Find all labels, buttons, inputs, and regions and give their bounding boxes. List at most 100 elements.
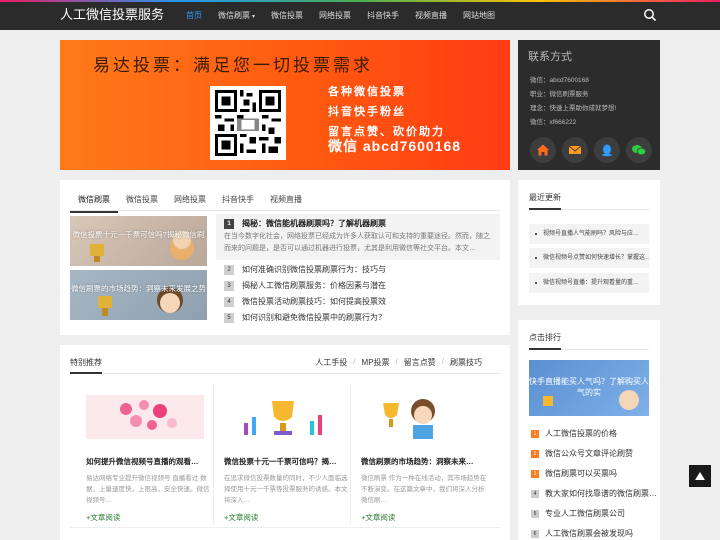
hot-item[interactable]: 2 微信公众号文章评论刷赞 <box>531 448 633 459</box>
read-more-link[interactable]: +文章阅读 <box>361 512 489 523</box>
contact-icons <box>530 137 652 163</box>
news-thumb[interactable]: 微信刷票的市场趋势：洞察未来发展之势 <box>70 270 207 320</box>
hot-item-title: 微信公众号文章评论刷赞 <box>545 449 633 458</box>
rank-number: 2 <box>531 449 539 458</box>
featured-news-title-text: 揭秘：微信能机器刷票吗？了解机器刷票 <box>242 219 386 228</box>
cartoon-boy-illustration-icon <box>98 287 183 316</box>
site-title[interactable]: 人工微信投票服务 <box>60 6 164 24</box>
card-divider <box>213 385 214 525</box>
nav-item-live-video[interactable]: 视频直播 <box>407 2 455 30</box>
back-to-top-button[interactable] <box>689 465 711 487</box>
banner-contact: 微信 abcd7600168 <box>328 138 462 154</box>
rank-number: 2 <box>224 264 234 275</box>
main-nav: 首页 微信刷票 ▾ 微信投票 网络投票 抖音快手 视频直播 网站地图 <box>178 2 503 30</box>
hot-title: 点击排行 <box>529 333 561 342</box>
hot-banner-caption: 快手直播能买人气吗？了解购买人气的实 <box>529 377 649 397</box>
recommend-card-title: 如何提升微信视频号直播的观看… <box>86 457 199 466</box>
hot-item[interactable]: 6 人工微信刷票会被发现吗 <box>531 528 633 539</box>
recommend-link[interactable]: MP投票 <box>362 357 390 368</box>
recommend-card-summary: 易达网络专业提升微信视频号 直播看过 数据，上量速度快，上限高，安全快速。微信视… <box>86 475 210 504</box>
cartoon-boy-illustration-icon <box>361 395 479 439</box>
latest-title: 最近更新 <box>529 193 561 202</box>
news-item[interactable]: 5 如何识别和避免微信投票中的刷票行为？ <box>224 312 386 323</box>
rank-number: 1 <box>224 218 234 229</box>
news-item-title: 微信投票活动刷票技巧：如何提高投票效 <box>242 297 386 306</box>
nav-item-sitemap[interactable]: 网站地图 <box>455 2 503 30</box>
contact-wechat-2: 微信：xf666222 <box>530 119 577 126</box>
rank-number: 5 <box>531 509 539 518</box>
news-item-title: 如何识别和避免微信投票中的刷票行为？ <box>242 313 386 322</box>
recommend-card-title: 微信投票十元一千票可信吗？揭… <box>224 457 337 466</box>
hot-title-underline <box>529 348 561 350</box>
recommend-panel: 特别推荐 人工手投 / MP投票 / 留言点赞 / 刷票技巧 如何提升微信视频号直播的… <box>60 345 510 540</box>
nav-item-wechat-poll[interactable]: 微信投票 <box>263 2 311 30</box>
rank-number: 6 <box>531 529 539 538</box>
hot-item[interactable]: 1 人工微信投票的价格 <box>531 428 617 439</box>
latest-item[interactable]: 视频号直播人气能刷吗？风险与应… <box>529 224 649 244</box>
nav-item-wechat-voting-dropdown[interactable]: 微信刷票 ▾ <box>210 2 263 30</box>
hearts-illustration-icon <box>86 395 204 439</box>
hot-item-title: 微信刷票可以买票吗 <box>545 469 617 478</box>
news-panel: 微信刷票 微信投票 网络投票 抖音快手 视频直播 微信投票十元一千票可信吗?揭秘… <box>60 180 510 335</box>
trophy-illustration-icon <box>224 395 342 439</box>
recommend-links: 人工手投 / MP投票 / 留言点赞 / 刷票技巧 <box>315 357 482 368</box>
banner-line: 抖音快手粉丝 <box>328 105 406 118</box>
contact-motto: 理念：快速上票助你成就梦想! <box>530 105 617 112</box>
arrow-up-icon <box>695 472 705 480</box>
recommend-link[interactable]: 刷票技巧 <box>450 357 482 368</box>
read-more-link[interactable]: +文章阅读 <box>86 512 214 523</box>
rank-number: 4 <box>531 489 539 498</box>
hot-item[interactable]: 3 微信刷票可以买票吗 <box>531 468 617 479</box>
wechat-icon[interactable] <box>626 137 652 163</box>
banner-service-list: 各种微信投票 抖音快手粉丝 留言点赞、砍价助力 <box>328 82 445 142</box>
news-item-title: 如何准确识别微信投票刷票行为：技巧与 <box>242 265 386 274</box>
featured-news-summary: 在当今数字化社会，网络投票已经成为许多人获取认可和支持的重要途径。然而，随之而来… <box>224 233 490 252</box>
latest-item[interactable]: 微信视频号点赞如何快速增长？掌握这… <box>529 248 649 268</box>
recommend-card[interactable]: 如何提升微信视频号直播的观看… 易达网络专业提升微信视频号 直播看过 数据，上量… <box>86 395 214 523</box>
nav-item-douyin-kuaishou[interactable]: 抖音快手 <box>359 2 407 30</box>
nav-item-online-poll[interactable]: 网络投票 <box>311 2 359 30</box>
hot-item-title: 教大家如何找靠谱的微信刷票… <box>545 489 657 498</box>
search-icon[interactable] <box>643 8 657 22</box>
contact-title: 联系方式 <box>528 51 572 63</box>
recommend-link[interactable]: 人工手投 <box>315 357 347 368</box>
recommend-card[interactable]: 微信投票十元一千票可信吗？揭… 在追求微信投票数量的同时，不少人面临选择使用十元… <box>224 395 352 523</box>
hot-item-title: 人工微信刷票会被发现吗 <box>545 529 633 538</box>
recommend-card-summary: 在追求微信投票数量的同时，不少人面临选择使用十元一千票等投票服务的诱惑。本文将深… <box>224 475 348 504</box>
nav-item-home[interactable]: 首页 <box>178 2 210 30</box>
hot-item[interactable]: 5 专业人工微信刷票公司 <box>531 508 625 519</box>
home-icon[interactable] <box>530 137 556 163</box>
latest-title-underline <box>529 208 561 210</box>
recommend-divider <box>70 373 500 374</box>
hot-item-title: 专业人工微信刷票公司 <box>545 509 625 518</box>
qr-code-icon <box>210 86 286 160</box>
recommend-link[interactable]: 留言点赞 <box>404 357 436 368</box>
nav-item-label: 微信刷票 <box>218 11 250 20</box>
contact-wechat: 微信：abcd7600168 <box>530 77 589 84</box>
featured-news[interactable]: 1 揭秘：微信能机器刷票吗？了解机器刷票 在当今数字化社会，网络投票已经成为许多人… <box>216 214 500 260</box>
latest-panel: 最近更新 视频号直播人气能刷吗？风险与应… 微信视频号点赞如何快速增长？掌握这…… <box>518 180 660 305</box>
news-item[interactable]: 2 如何准确识别微信投票刷票行为：技巧与 <box>224 264 386 275</box>
news-item[interactable]: 3 揭秘人工微信刷票服务：价格因素与潜在 <box>224 280 386 291</box>
news-thumb[interactable]: 微信投票十元一千票可信吗?揭秘微信刷 <box>70 216 207 266</box>
trophy-illustration-icon <box>90 231 194 262</box>
recommend-card[interactable]: 微信刷票的市场趋势：洞察未来… 微信刷票 作为一种在线活动，其市场趋势在不断演变… <box>361 395 489 523</box>
hot-item[interactable]: 4 教大家如何找靠谱的微信刷票… <box>531 488 657 499</box>
mail-icon[interactable] <box>562 137 588 163</box>
rank-number: 1 <box>531 429 539 438</box>
qq-icon[interactable] <box>594 137 620 163</box>
promo-banner[interactable]: 易达投票：满足您一切投票需求 各种微信投票 抖音快手粉丝 留言点赞、砍价助力 微… <box>60 40 510 170</box>
recommend-title: 特别推荐 <box>70 358 102 367</box>
rank-number: 3 <box>224 280 234 291</box>
rank-number: 3 <box>531 469 539 478</box>
featured-news-title: 1 揭秘：微信能机器刷票吗？了解机器刷票 <box>224 218 492 229</box>
latest-item[interactable]: 微信视频号直播：提升观看量的重… <box>529 273 649 293</box>
hot-banner[interactable]: 快手直播能买人气吗？了解购买人气的实 <box>529 360 649 416</box>
recommend-card-title: 微信刷票的市场趋势：洞察未来… <box>361 457 474 466</box>
rank-number: 5 <box>224 312 234 323</box>
news-item[interactable]: 4 微信投票活动刷票技巧：如何提高投票效 <box>224 296 386 307</box>
rank-number: 4 <box>224 296 234 307</box>
banner-title: 易达投票：满足您一切投票需求 <box>93 56 373 76</box>
contact-panel: 联系方式 微信：abcd7600168 职业：微信刷票服务 理念：快速上票助你成… <box>518 40 660 170</box>
read-more-link[interactable]: +文章阅读 <box>224 512 352 523</box>
